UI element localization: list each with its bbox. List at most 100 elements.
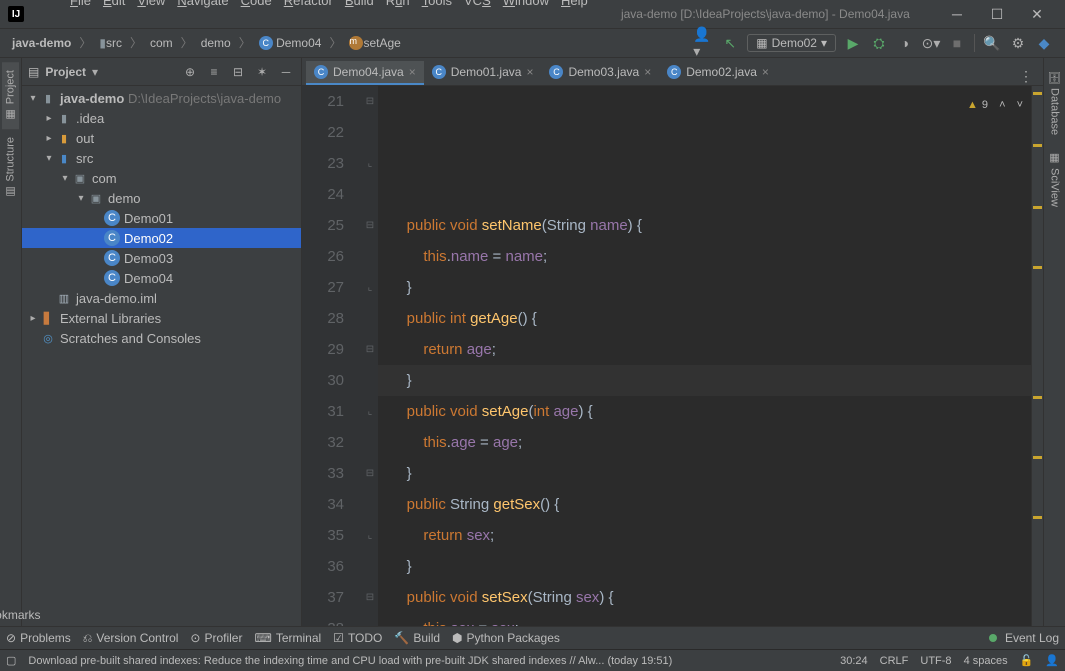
- code-content[interactable]: ▲9 ˄ ˅ public void setName(String name) …: [378, 86, 1031, 626]
- close-icon[interactable]: ×: [409, 65, 416, 79]
- close-icon[interactable]: ×: [644, 65, 651, 79]
- crumb-class[interactable]: C Demo04: [255, 36, 326, 50]
- tree-src[interactable]: ▾▮src: [22, 148, 301, 168]
- tree-idea[interactable]: ▸▮.idea: [22, 108, 301, 128]
- expand-all-icon[interactable]: ≡: [205, 63, 223, 81]
- menu-window[interactable]: Window: [497, 0, 555, 8]
- tab-build[interactable]: 🔨Build: [394, 631, 440, 645]
- tree-scratches[interactable]: ◎Scratches and Consoles: [22, 328, 301, 348]
- fold-column[interactable]: ⊟⌞⊟⌞⊟⌞⊟⌞⊟: [362, 86, 378, 626]
- panel-title[interactable]: Project: [45, 65, 86, 79]
- crumb-src[interactable]: ▮src: [95, 36, 126, 50]
- menu-run[interactable]: Run: [380, 0, 416, 8]
- left-tool-strip: ▦Project ▤Structure: [0, 58, 22, 626]
- editor-tab-demo04[interactable]: CDemo04.java×: [306, 61, 424, 85]
- tool-windows-icon[interactable]: ▢: [6, 654, 16, 667]
- profile-button[interactable]: ⊙▾: [920, 32, 942, 54]
- chevron-down-icon[interactable]: ▾: [92, 65, 98, 79]
- caret-position[interactable]: 30:24: [840, 655, 868, 667]
- package-icon: ▣: [72, 170, 88, 186]
- file-icon: ▥: [56, 290, 72, 306]
- tab-structure[interactable]: ▤Structure: [2, 129, 19, 207]
- crumb-com[interactable]: com: [146, 36, 177, 50]
- crumb-method[interactable]: msetAge: [345, 36, 404, 50]
- tree-demo02[interactable]: CDemo02: [22, 228, 301, 248]
- encoding[interactable]: UTF-8: [920, 655, 951, 667]
- bottom-tool-bar: ⊘Problems ⎌Version Control ⊙Profiler ⌨Te…: [0, 626, 1065, 649]
- tree-out[interactable]: ▸▮out: [22, 128, 301, 148]
- editor-area: CDemo04.java× CDemo01.java× CDemo03.java…: [302, 58, 1043, 626]
- plugin-icon[interactable]: ◆: [1033, 32, 1055, 54]
- tab-project[interactable]: ▦Project: [2, 62, 19, 129]
- close-button[interactable]: ✕: [1017, 0, 1057, 28]
- tab-profiler[interactable]: ⊙Profiler: [190, 631, 242, 645]
- settings-icon[interactable]: ✶: [253, 63, 271, 81]
- tabs-more-icon[interactable]: ⋮: [1009, 68, 1043, 85]
- tab-database[interactable]: 🗄Database: [1046, 62, 1063, 143]
- tree-iml[interactable]: ▥java-demo.iml: [22, 288, 301, 308]
- menu-tools[interactable]: Tools: [416, 0, 458, 8]
- line-ending[interactable]: CRLF: [880, 655, 909, 667]
- tab-version-control[interactable]: ⎌Version Control: [83, 631, 179, 646]
- close-icon[interactable]: ×: [526, 65, 533, 79]
- inspection-widget[interactable]: ▲9 ˄ ˅: [967, 90, 1023, 121]
- menu-file[interactable]: File: [64, 0, 97, 8]
- status-message[interactable]: Download pre-built shared indexes: Reduc…: [28, 655, 828, 667]
- editor-tab-demo03[interactable]: CDemo03.java×: [541, 61, 659, 85]
- settings-icon[interactable]: ⚙: [1007, 32, 1029, 54]
- tree-demo04[interactable]: CDemo04: [22, 268, 301, 288]
- tree-demo01[interactable]: CDemo01: [22, 208, 301, 228]
- select-opened-icon[interactable]: ⊕: [181, 63, 199, 81]
- menu-refactor[interactable]: Refactor: [278, 0, 339, 8]
- tree-com[interactable]: ▾▣com: [22, 168, 301, 188]
- library-icon: ▋: [40, 310, 56, 326]
- readonly-icon[interactable]: 🔓: [1020, 654, 1034, 667]
- coverage-button[interactable]: ◑: [894, 32, 916, 54]
- tree-ext-libs[interactable]: ▸▋External Libraries: [22, 308, 301, 328]
- minimize-button[interactable]: ─: [937, 0, 977, 28]
- menu-help[interactable]: Help: [555, 0, 594, 8]
- crumb-demo[interactable]: demo: [197, 36, 235, 50]
- menu-edit[interactable]: Edit: [97, 0, 131, 8]
- tab-python[interactable]: ⬢Python Packages: [452, 631, 560, 645]
- tree-demo03[interactable]: CDemo03: [22, 248, 301, 268]
- code-editor[interactable]: 212223242526272829303132333435363738 ⊟⌞⊟…: [302, 86, 1043, 626]
- collapse-all-icon[interactable]: ⊟: [229, 63, 247, 81]
- inspect-up-icon[interactable]: ˄: [999, 90, 1005, 121]
- tab-sciview[interactable]: ▦SciView: [1046, 143, 1063, 215]
- indent[interactable]: 4 spaces: [964, 655, 1008, 667]
- tab-bookmarks[interactable]: 🔖Bookmarks: [0, 594, 41, 622]
- gutter[interactable]: 212223242526272829303132333435363738: [302, 86, 362, 626]
- stop-button[interactable]: ■: [946, 32, 968, 54]
- search-icon[interactable]: 🔍: [981, 32, 1003, 54]
- tree-root[interactable]: ▾▮java-demo D:\IdeaProjects\java-demo: [22, 88, 301, 108]
- maximize-button[interactable]: ☐: [977, 0, 1017, 28]
- close-icon[interactable]: ×: [762, 65, 769, 79]
- tab-terminal[interactable]: ⌨Terminal: [254, 631, 321, 645]
- ide-status-icon[interactable]: 👤: [1045, 654, 1059, 667]
- tab-problems[interactable]: ⊘Problems: [6, 631, 71, 645]
- menu-build[interactable]: Build: [339, 0, 380, 8]
- tab-todo[interactable]: ☑TODO: [333, 631, 382, 645]
- menu-code[interactable]: Code: [235, 0, 278, 8]
- inspect-down-icon[interactable]: ˅: [1017, 90, 1023, 121]
- debug-button[interactable]: ⛭: [868, 32, 890, 54]
- user-icon[interactable]: 👤▾: [693, 32, 715, 54]
- folder-icon: ▮: [99, 36, 106, 50]
- hide-icon[interactable]: ─: [277, 63, 295, 81]
- project-tree[interactable]: ▾▮java-demo D:\IdeaProjects\java-demo ▸▮…: [22, 86, 301, 626]
- run-button[interactable]: ▶: [842, 32, 864, 54]
- editor-tab-demo02[interactable]: CDemo02.java×: [659, 61, 777, 85]
- menu-view[interactable]: View: [131, 0, 171, 8]
- class-icon: C: [104, 210, 120, 226]
- menu-vcs[interactable]: VCS: [458, 0, 497, 8]
- tree-demo[interactable]: ▾▣demo: [22, 188, 301, 208]
- right-tool-strip: 🗄Database ▦SciView: [1043, 58, 1065, 626]
- editor-tab-demo01[interactable]: CDemo01.java×: [424, 61, 542, 85]
- hammer-icon[interactable]: ↖: [719, 32, 741, 54]
- tab-event-log[interactable]: Event Log: [989, 631, 1059, 645]
- error-stripe[interactable]: [1031, 86, 1043, 626]
- run-config-combo[interactable]: ▦Demo02▾: [747, 34, 836, 52]
- crumb-root[interactable]: java-demo: [8, 36, 75, 50]
- menu-navigate[interactable]: Navigate: [171, 0, 234, 8]
